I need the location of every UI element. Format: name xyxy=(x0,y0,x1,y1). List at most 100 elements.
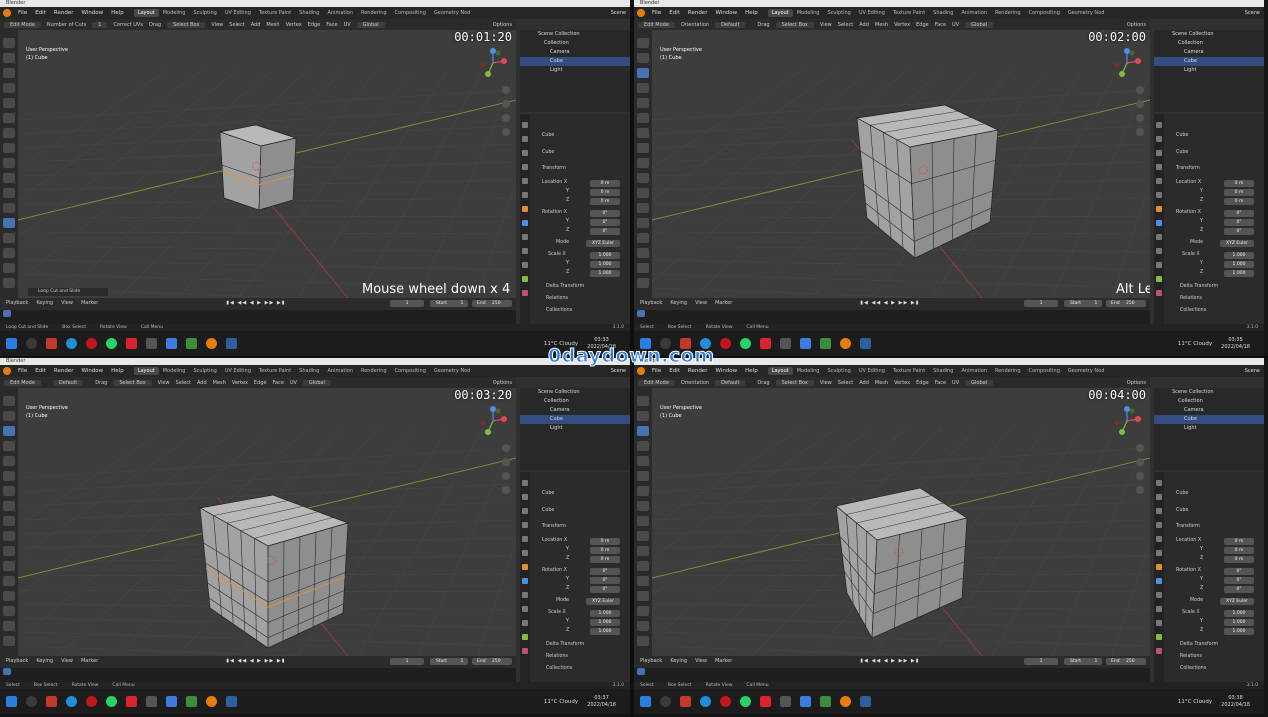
menu-file[interactable]: File xyxy=(14,10,31,16)
relations-panel[interactable]: Relations xyxy=(1180,296,1260,304)
delta-transform-panel[interactable]: Delta Transform xyxy=(546,642,626,650)
location-y-field[interactable]: 0 m xyxy=(1224,547,1254,554)
constraints-tab-icon[interactable] xyxy=(1156,262,1162,268)
menu-window[interactable]: Window xyxy=(77,10,107,16)
search-icon[interactable] xyxy=(26,696,37,707)
whatsapp-icon[interactable] xyxy=(740,338,751,349)
tab-animation[interactable]: Animation xyxy=(957,367,991,375)
tab-texture-paint[interactable]: Texture Paint xyxy=(255,367,295,375)
menu-render[interactable]: Render xyxy=(50,368,78,374)
marker-menu[interactable]: Marker xyxy=(81,658,98,664)
tab-shading[interactable]: Shading xyxy=(929,9,957,17)
menu-edit[interactable]: Edit xyxy=(665,10,684,16)
inset-icon[interactable] xyxy=(637,546,649,556)
tab-layout[interactable]: Layout xyxy=(767,9,793,17)
collections-panel[interactable]: Collections xyxy=(1180,308,1260,316)
start-frame-field[interactable]: Start 1 xyxy=(1064,300,1102,307)
tab-geometry-nodes[interactable]: Geometry Nod xyxy=(430,367,475,375)
weather-widget[interactable]: 11°C Cloudy xyxy=(544,699,578,705)
tab-rendering[interactable]: Rendering xyxy=(357,9,391,17)
object-tab-icon[interactable] xyxy=(522,206,528,212)
menu-edit[interactable]: Edit xyxy=(31,368,50,374)
add-cube-icon[interactable] xyxy=(3,158,15,168)
rotation-y-field[interactable]: 0° xyxy=(590,577,620,584)
tab-modeling[interactable]: Modeling xyxy=(159,367,190,375)
move-icon[interactable] xyxy=(3,426,15,436)
app-icon[interactable] xyxy=(760,696,771,707)
measure-icon[interactable] xyxy=(637,143,649,153)
select-menu[interactable]: Select xyxy=(838,22,853,28)
props-mesh-name[interactable]: Cube xyxy=(1176,150,1260,158)
blender-taskbar-icon[interactable] xyxy=(206,696,217,707)
current-frame-field[interactable]: 1 xyxy=(390,300,424,307)
mail-icon[interactable] xyxy=(166,696,177,707)
extrude-icon[interactable] xyxy=(3,173,15,183)
delta-transform-panel[interactable]: Delta Transform xyxy=(1180,642,1260,650)
render-tab-icon[interactable] xyxy=(522,136,528,142)
menu-window[interactable]: Window xyxy=(77,368,107,374)
physics-tab-icon[interactable] xyxy=(1156,606,1162,612)
scene-tab-icon[interactable] xyxy=(522,536,528,542)
view-menu[interactable]: View xyxy=(820,22,832,28)
tab-rendering[interactable]: Rendering xyxy=(357,367,391,375)
keying-menu[interactable]: Keying xyxy=(36,658,53,664)
material-tab-icon[interactable] xyxy=(522,648,528,654)
select-icon[interactable] xyxy=(3,396,15,406)
render-tab-icon[interactable] xyxy=(1156,136,1162,142)
menu-help[interactable]: Help xyxy=(107,368,128,374)
loop-cut-icon[interactable] xyxy=(637,218,649,228)
tab-rendering[interactable]: Rendering xyxy=(991,9,1025,17)
tool-setting-c[interactable]: Correct UVs xyxy=(113,22,143,28)
transform-icon[interactable] xyxy=(637,113,649,123)
playhead[interactable] xyxy=(637,668,645,675)
timeline-view-menu[interactable]: View xyxy=(61,658,73,664)
playback-menu[interactable]: Playback xyxy=(6,658,28,664)
tab-modeling[interactable]: Modeling xyxy=(793,367,824,375)
tab-rendering[interactable]: Rendering xyxy=(991,367,1025,375)
pan-hand-icon[interactable] xyxy=(502,100,510,108)
move-icon[interactable] xyxy=(637,68,649,78)
tab-layout[interactable]: Layout xyxy=(767,367,793,375)
delta-transform-panel[interactable]: Delta Transform xyxy=(1180,284,1260,292)
tab-compositing[interactable]: Compositing xyxy=(391,367,430,375)
poly-build-icon[interactable] xyxy=(3,248,15,258)
orientation-dropdown[interactable]: Global xyxy=(965,21,994,28)
select-box-dropdown[interactable]: Select Box xyxy=(775,21,814,28)
props-mesh-name[interactable]: Cube xyxy=(1176,508,1260,516)
menu-file[interactable]: File xyxy=(14,368,31,374)
options-dropdown[interactable]: Options xyxy=(1127,22,1150,28)
tab-compositing[interactable]: Compositing xyxy=(391,9,430,17)
start-icon[interactable] xyxy=(640,696,651,707)
relations-panel[interactable]: Relations xyxy=(546,296,626,304)
props-object-name[interactable]: Cube xyxy=(542,133,626,141)
app-icon[interactable] xyxy=(126,696,137,707)
object-tab-icon[interactable] xyxy=(522,564,528,570)
select-icon[interactable] xyxy=(637,38,649,48)
knife-icon[interactable] xyxy=(637,591,649,601)
playhead[interactable] xyxy=(3,668,11,675)
playback-controls[interactable]: ▮◀ ◀◀ ◀ ▶ ▶▶ ▶▮ xyxy=(860,300,919,306)
tool-setting-b[interactable]: Default xyxy=(52,379,84,386)
zoom-icon[interactable] xyxy=(1136,444,1144,452)
tool-tab-icon[interactable] xyxy=(1156,122,1162,128)
outliner-collection[interactable]: Collection xyxy=(520,397,630,406)
rotate-icon[interactable] xyxy=(637,441,649,451)
menu-file[interactable]: File xyxy=(648,10,665,16)
uv-menu[interactable]: UV xyxy=(952,22,959,28)
select-box-dropdown[interactable]: Select Box xyxy=(775,379,814,386)
outliner-cube[interactable]: Cube xyxy=(1154,415,1264,424)
annotate-icon[interactable] xyxy=(637,128,649,138)
knife-icon[interactable] xyxy=(3,233,15,243)
outliner-light[interactable]: Light xyxy=(1154,66,1264,75)
tab-modeling[interactable]: Modeling xyxy=(793,9,824,17)
rotation-mode-dropdown[interactable]: XYZ Euler xyxy=(1220,598,1254,605)
outliner-scene-collection[interactable]: Scene Collection xyxy=(1154,30,1264,39)
timeline-ruler[interactable] xyxy=(634,668,1150,682)
playback-menu[interactable]: Playback xyxy=(640,300,662,306)
3d-viewport[interactable]: User Perspective (1) Cube Mouse wheel do… xyxy=(18,30,516,298)
ortho-grid-icon[interactable] xyxy=(1136,128,1144,136)
output-tab-icon[interactable] xyxy=(1156,508,1162,514)
collections-panel[interactable]: Collections xyxy=(546,666,626,674)
poly-build-icon[interactable] xyxy=(637,606,649,616)
render-tab-icon[interactable] xyxy=(1156,494,1162,500)
